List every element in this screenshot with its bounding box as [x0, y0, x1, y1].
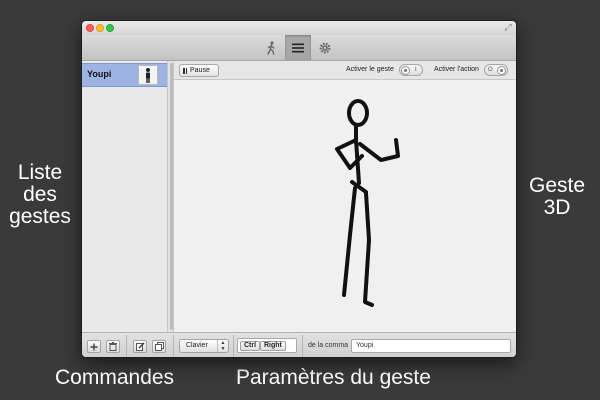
list-icon: [292, 43, 304, 52]
delete-gesture-button[interactable]: [106, 340, 120, 353]
pause-icon: [183, 67, 187, 74]
chevron-updown-icon: ▲ ▼: [217, 340, 228, 352]
duplicate-icon: [154, 342, 164, 351]
command-label: de la comma: [308, 342, 349, 349]
playback-bar: Pause Activer le geste I Activer l'actio…: [174, 61, 516, 80]
input-type-select[interactable]: Clavier ▲ ▼: [179, 339, 229, 353]
close-button[interactable]: [86, 24, 94, 32]
gesture-name: Youpi: [87, 69, 112, 79]
toolbar-walk-button[interactable]: [258, 35, 284, 60]
fullscreen-icon[interactable]: ⤢: [503, 22, 513, 32]
key-right: Right: [260, 341, 286, 351]
key-ctrl: Ctrl: [240, 341, 261, 351]
edit-document-icon: [135, 342, 144, 351]
zoom-button[interactable]: [106, 24, 114, 32]
app-window: ⤢ Youpi Pause Activer le geste I Activer…: [81, 20, 517, 358]
toolbar-list-button[interactable]: [285, 35, 311, 60]
minimize-button[interactable]: [96, 24, 104, 32]
stick-figure: [335, 99, 400, 307]
divider: [126, 335, 127, 357]
pause-label: Pause: [190, 67, 210, 74]
walking-person-icon: [267, 40, 275, 55]
activate-action-label: Activer l'action: [434, 66, 479, 73]
gear-icon: [319, 42, 331, 53]
figure-right-arm: [358, 138, 400, 162]
divider: [302, 335, 303, 357]
gesture-3d-view[interactable]: [174, 80, 516, 332]
figure-right-leg: [363, 191, 374, 307]
toggle-on-mark: I: [415, 67, 417, 73]
figure-torso: [354, 138, 361, 185]
figure-head: [347, 99, 369, 127]
shortcut-field[interactable]: Ctrl Right: [237, 338, 297, 353]
plus-icon: [90, 343, 98, 350]
command-bar: Clavier ▲ ▼ Ctrl Right de la comma Youpi: [82, 332, 516, 357]
toolbar-gear-button[interactable]: [312, 35, 338, 60]
divider: [233, 335, 234, 357]
pause-button[interactable]: Pause: [179, 64, 219, 77]
activate-gesture-toggle[interactable]: I: [399, 64, 423, 76]
gesture-params-callout: Paramètres du geste: [236, 366, 431, 389]
edit-gesture-button[interactable]: [133, 340, 147, 353]
toggle-knob: [401, 66, 410, 75]
gesture-list-callout: Liste des gestes: [9, 161, 71, 229]
commands-callout: Commandes: [55, 366, 175, 389]
figure-left-leg: [342, 186, 357, 297]
toggle-off-mark: O: [488, 67, 493, 73]
divider: [173, 335, 174, 357]
title-bar: ⤢: [82, 21, 516, 35]
toggle-knob: [497, 66, 506, 75]
activate-action-toggle[interactable]: O: [484, 64, 508, 76]
trash-icon: [109, 342, 117, 351]
divider-handle[interactable]: [170, 63, 173, 330]
gesture-3d-callout: Geste 3D: [528, 174, 586, 220]
gesture-list: Youpi: [82, 61, 168, 332]
person-thumbnail-icon: [138, 65, 158, 85]
gesture-list-item[interactable]: Youpi: [82, 63, 167, 87]
command-input[interactable]: Youpi: [351, 339, 511, 353]
add-gesture-button[interactable]: [87, 340, 101, 353]
activate-gesture-label: Activer le geste: [346, 66, 394, 73]
duplicate-gesture-button[interactable]: [152, 340, 166, 353]
input-type-value: Clavier: [186, 342, 208, 349]
toolbar: [82, 35, 516, 61]
